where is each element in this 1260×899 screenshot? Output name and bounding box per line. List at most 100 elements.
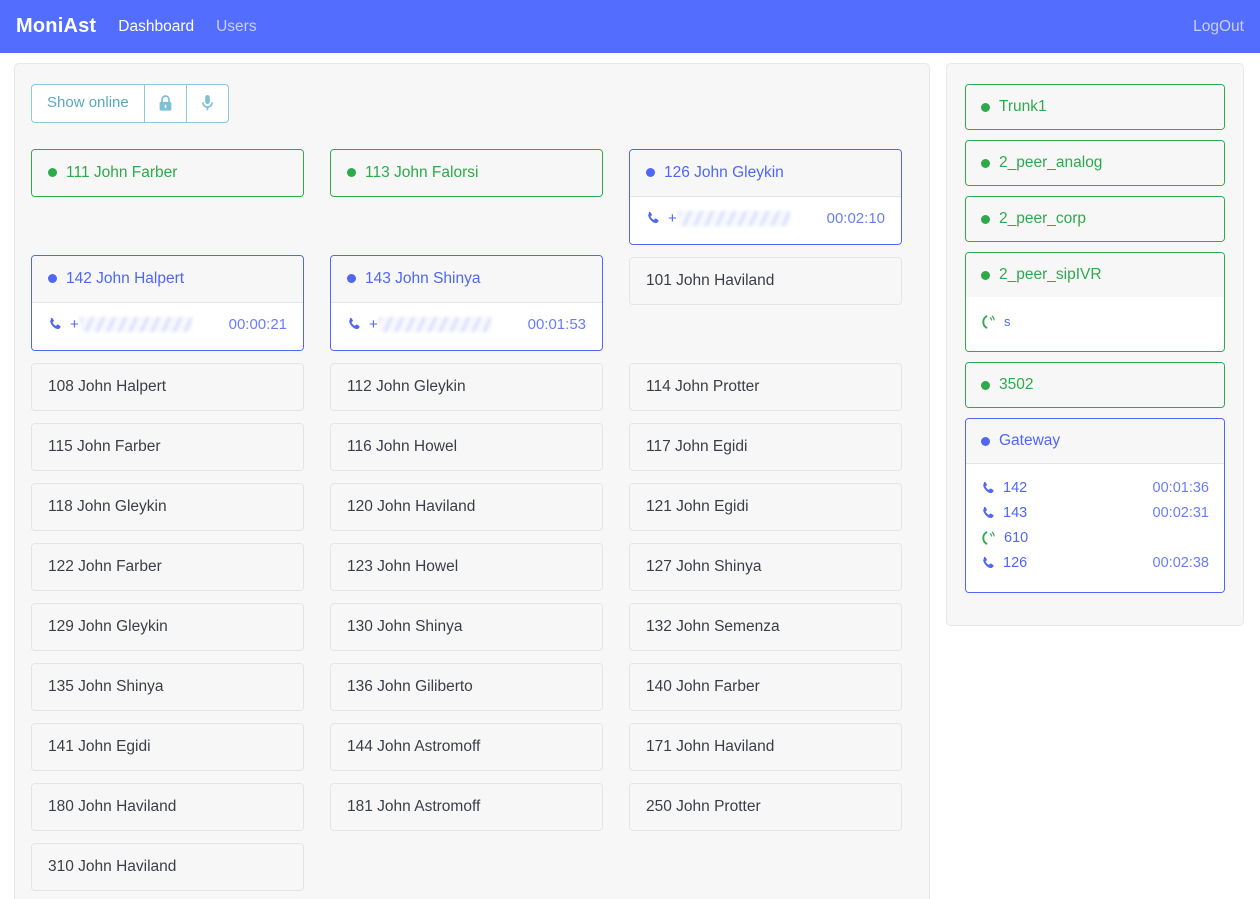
show-online-button[interactable]: Show online xyxy=(31,84,145,123)
extension-card[interactable]: 140 John Farber xyxy=(629,662,902,711)
extension-card[interactable]: 132 John Semenza xyxy=(629,602,902,651)
extension-label: 143 John Shinya xyxy=(365,269,481,287)
extension-card[interactable]: 114 John Protter xyxy=(629,362,902,411)
call-duration: 00:01:53 xyxy=(527,315,586,333)
extension-card[interactable]: 117 John Egidi xyxy=(629,422,902,471)
extensions-panel: Show online 111 John Farber 142 John Hal… xyxy=(14,63,930,899)
extension-card[interactable]: 127 John Shinya xyxy=(629,542,902,591)
microphone-filter-button[interactable] xyxy=(186,84,229,123)
trunk-card[interactable]: 2_peer_sipIVR s xyxy=(965,252,1225,353)
trunk-card[interactable]: 2_peer_corp xyxy=(965,196,1225,242)
status-dot-online xyxy=(981,270,990,280)
logout-link[interactable]: LogOut xyxy=(1193,18,1244,35)
trunk-card[interactable]: 3502 xyxy=(965,362,1225,409)
extension-card[interactable]: 111 John Farber xyxy=(31,148,304,197)
extension-label: 310 John Haviland xyxy=(48,857,177,875)
phone-icon xyxy=(981,481,996,496)
extension-card[interactable]: 108 John Halpert xyxy=(31,362,304,411)
extension-label: 135 John Shinya xyxy=(48,677,164,695)
extension-card-header: 310 John Haviland xyxy=(32,843,303,890)
channel-duration: 00:02:31 xyxy=(1152,505,1209,522)
extension-card[interactable]: 141 John Egidi xyxy=(31,722,304,771)
extension-label: 113 John Falorsi xyxy=(365,163,479,181)
extension-card[interactable]: 129 John Gleykin xyxy=(31,602,304,651)
extension-card[interactable]: 130 John Shinya xyxy=(330,602,603,651)
channel-label: 610 xyxy=(1004,530,1029,547)
extension-card[interactable]: 142 John Halpert +00:00:21 xyxy=(31,254,304,351)
extension-card-header: 143 John Shinya xyxy=(331,255,602,303)
extension-card-header: 126 John Gleykin xyxy=(630,149,901,197)
trunk-channel-row: 126 00:02:38 xyxy=(981,551,1209,576)
extension-card[interactable]: 126 John Gleykin +00:02:10 xyxy=(629,148,902,245)
extension-card[interactable]: 120 John Haviland xyxy=(330,482,603,531)
extension-label: 112 John Gleykin xyxy=(347,377,466,395)
extension-card-header: 120 John Haviland xyxy=(331,483,602,530)
extension-card[interactable]: 135 John Shinya xyxy=(31,662,304,711)
trunk-channel-row: 143 00:02:31 xyxy=(981,501,1209,526)
extension-card[interactable]: 101 John Haviland xyxy=(629,256,902,305)
extension-card[interactable]: 310 John Haviland xyxy=(31,842,304,891)
extension-label: 129 John Gleykin xyxy=(48,617,168,635)
ringing-phone-icon xyxy=(981,315,997,330)
extension-card[interactable]: 123 John Howel xyxy=(330,542,603,591)
phone-icon xyxy=(347,317,362,332)
extension-label: 136 John Giliberto xyxy=(347,677,473,695)
status-dot-online xyxy=(48,168,57,178)
trunk-card[interactable]: Trunk1 xyxy=(965,84,1225,130)
lock-icon xyxy=(158,95,173,112)
nav-right: LogOut xyxy=(1193,18,1244,36)
trunk-channel-row: 610 xyxy=(981,526,1209,551)
extension-card[interactable]: 121 John Egidi xyxy=(629,482,902,531)
phone-prefix: + xyxy=(668,209,677,227)
extension-label: 121 John Egidi xyxy=(646,497,749,515)
extension-label: 181 John Astromoff xyxy=(347,797,481,815)
extension-label: 101 John Haviland xyxy=(646,271,775,289)
status-dot-busy xyxy=(646,168,655,178)
extension-card-header: 122 John Farber xyxy=(32,543,303,590)
lock-filter-button[interactable] xyxy=(144,84,187,123)
extension-card[interactable]: 136 John Giliberto xyxy=(330,662,603,711)
trunk-label: 2_peer_analog xyxy=(999,154,1103,171)
microphone-icon xyxy=(200,94,215,112)
nav-link-dashboard[interactable]: Dashboard xyxy=(118,18,194,36)
extension-card-header: 118 John Gleykin xyxy=(32,483,303,530)
extension-card[interactable]: 116 John Howel xyxy=(330,422,603,471)
channel-label: 143 xyxy=(1003,505,1028,522)
ringing-phone-icon xyxy=(981,531,997,546)
extension-card[interactable]: 144 John Astromoff xyxy=(330,722,603,771)
extension-label: 117 John Egidi xyxy=(646,437,748,455)
extension-card[interactable]: 112 John Gleykin xyxy=(330,362,603,411)
extension-card[interactable]: 171 John Haviland xyxy=(629,722,902,771)
extension-card[interactable]: 180 John Haviland xyxy=(31,782,304,831)
nav-link-users[interactable]: Users xyxy=(216,18,256,36)
extension-card-header: 114 John Protter xyxy=(630,363,901,410)
extension-label: 127 John Shinya xyxy=(646,557,762,575)
trunk-card-header: 2_peer_corp xyxy=(966,197,1224,241)
channel-label: 142 xyxy=(1003,480,1028,497)
status-dot-online xyxy=(981,214,990,224)
extension-card[interactable]: 115 John Farber xyxy=(31,422,304,471)
status-dot-busy xyxy=(48,274,57,284)
extension-card[interactable]: 118 John Gleykin xyxy=(31,482,304,531)
channel-duration: 00:02:38 xyxy=(1152,555,1209,572)
extension-label: 126 John Gleykin xyxy=(664,163,784,181)
trunk-card[interactable]: 2_peer_analog xyxy=(965,140,1225,186)
status-dot-busy xyxy=(981,436,990,446)
channel-label: s xyxy=(1004,314,1011,329)
extension-card-header: 108 John Halpert xyxy=(32,363,303,410)
extension-card[interactable]: 181 John Astromoff xyxy=(330,782,603,831)
phone-icon xyxy=(48,317,63,332)
extension-card[interactable]: 143 John Shinya +00:01:53 xyxy=(330,254,603,351)
trunk-channel-row: 142 00:01:36 xyxy=(981,476,1209,501)
extension-label: 111 John Farber xyxy=(66,163,178,181)
extension-card[interactable]: 122 John Farber xyxy=(31,542,304,591)
extension-card-header: 140 John Farber xyxy=(630,663,901,710)
trunk-card[interactable]: Gateway 142 00:01:36 143 00:02:31 610 126 00:02… xyxy=(965,418,1225,594)
extension-card[interactable]: 113 John Falorsi xyxy=(330,148,603,197)
extension-label: 250 John Protter xyxy=(646,797,761,815)
extension-label: 120 John Haviland xyxy=(347,497,476,515)
extension-label: 123 John Howel xyxy=(347,557,459,575)
extension-card[interactable]: 250 John Protter xyxy=(629,782,902,831)
extension-label: 171 John Haviland xyxy=(646,737,775,755)
extension-label: 114 John Protter xyxy=(646,377,760,395)
